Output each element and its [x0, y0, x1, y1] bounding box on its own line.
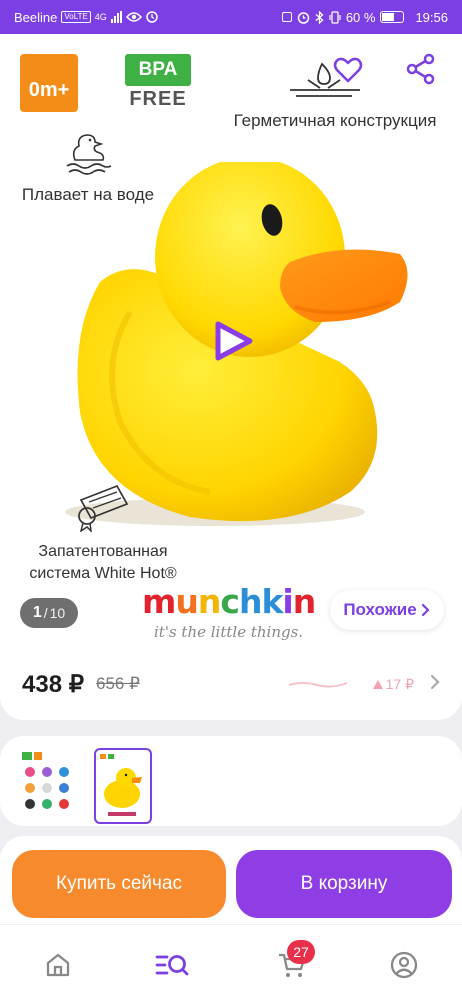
home-icon: [46, 953, 70, 977]
add-to-cart-button[interactable]: В корзину: [236, 850, 452, 918]
status-bar: Beeline VoLTE 4G 60 % 19:56: [0, 0, 462, 34]
catalog-search-icon: [155, 955, 189, 976]
price-old: 656 ₽: [95, 674, 140, 693]
volte-indicator: VoLTE: [61, 11, 91, 23]
chevron-right-icon: [430, 674, 440, 689]
bottom-tab-bar: [0, 924, 462, 1000]
cart-count-badge: 27: [287, 940, 315, 964]
free-label: FREE: [129, 88, 187, 110]
brand-letter: m: [142, 582, 176, 621]
brand-letter: h: [238, 582, 262, 621]
image-counter-total: 10: [49, 605, 66, 621]
carrier-name: Beeline: [14, 9, 58, 25]
similar-label: Похожие: [343, 600, 417, 619]
brand-letter: u: [175, 582, 198, 621]
data-saver-icon: [146, 11, 158, 23]
chevron-right-icon: [421, 603, 430, 617]
battery-icon: [380, 11, 405, 23]
tab-catalog[interactable]: [152, 945, 192, 985]
alarm-icon: [297, 11, 310, 24]
feature-patent: Запатентованная система White Hot®: [14, 482, 192, 585]
play-icon: [215, 321, 253, 361]
thumbnail-2-selected[interactable]: [94, 748, 152, 824]
profile-icon: [390, 951, 418, 979]
diploma-icon: [78, 484, 129, 534]
brand-letter: c: [220, 582, 240, 621]
tab-home[interactable]: [38, 945, 78, 985]
share-button[interactable]: [404, 52, 438, 86]
feature-floats: Плавает на воде: [18, 130, 158, 205]
thumbnail-image: [22, 752, 69, 809]
tab-profile[interactable]: [384, 945, 424, 985]
vibrate-icon: [329, 10, 341, 24]
play-video-button[interactable]: [210, 318, 256, 364]
feature-patent-line1: Запатентованная: [38, 543, 168, 560]
share-icon: [406, 53, 435, 85]
nfc-icon: [281, 12, 292, 22]
price-current: 438 ₽: [22, 670, 84, 698]
battery-percent: 60 %: [345, 9, 376, 25]
price-history-chevron[interactable]: [430, 673, 440, 696]
feature-floats-label: Плавает на воде: [21, 185, 155, 204]
similar-products-button[interactable]: Похожие: [330, 590, 444, 630]
heart-icon: [333, 57, 363, 83]
signal-icon: [110, 11, 122, 23]
triangle-up-icon: [372, 679, 383, 689]
thumbnail-1[interactable]: [18, 748, 76, 824]
buy-now-button[interactable]: Купить сейчас: [12, 850, 226, 918]
age-badge: 0m+: [20, 54, 78, 112]
duck-floating-icon: [66, 134, 112, 175]
action-bar: Купить сейчас В корзину: [0, 836, 462, 924]
price-trend-sparkline: [288, 682, 347, 688]
brand-tagline: it's the little things.: [154, 623, 304, 641]
clock: 19:56: [415, 9, 448, 25]
price-change-value: 17 ₽: [385, 675, 414, 692]
brand-letter: n: [197, 582, 221, 621]
bpa-free-badge: BPA FREE: [125, 54, 191, 111]
price-change: 17 ₽: [372, 675, 414, 693]
brand-letter: n: [292, 582, 316, 621]
bluetooth-icon: [315, 10, 324, 24]
image-counter-separator: /: [43, 605, 48, 621]
brand-letter: i: [282, 582, 293, 621]
thumbnail-strip: [0, 736, 462, 826]
thumbnail-image: [100, 754, 142, 816]
brand-letter: k: [261, 582, 283, 621]
favorite-button[interactable]: [332, 54, 364, 86]
product-card: 0m+ BPA FREE Герметичная конструкция Пла…: [0, 34, 462, 720]
age-badge-label: 0m+: [28, 79, 70, 101]
brand-logo: munchkin it's the little things.: [142, 582, 332, 641]
image-counter-current: 1: [32, 604, 42, 621]
brand-name: munchkin: [142, 582, 332, 621]
image-counter: 1 / 10: [20, 598, 78, 628]
feature-sealed-label: Герметичная конструкция: [233, 111, 437, 130]
network-type: 4G: [94, 12, 107, 22]
bpa-label: BPA: [125, 54, 191, 86]
eye-icon: [125, 12, 142, 22]
price-row[interactable]: 438 ₽ 656 ₽ 17 ₽: [0, 662, 462, 706]
